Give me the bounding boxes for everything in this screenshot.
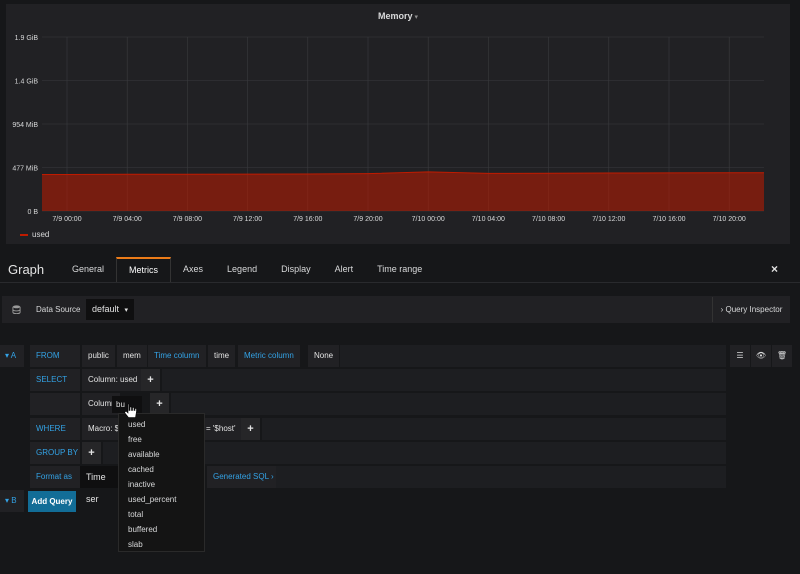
datasource-row: Data Source default ▾ › Query Inspector bbox=[2, 296, 790, 323]
query-a-letter: A bbox=[10, 351, 17, 360]
tab-display[interactable]: Display bbox=[269, 257, 323, 282]
tab-time-range[interactable]: Time range bbox=[365, 257, 434, 282]
menu-icon[interactable]: ☰ bbox=[730, 345, 750, 367]
add-groupby-button[interactable]: + bbox=[82, 442, 101, 464]
panel-title-text[interactable]: Memory bbox=[378, 11, 413, 21]
header-divider bbox=[0, 282, 800, 283]
x-tick-label: 7/10 12:00 bbox=[592, 216, 625, 223]
groupby-keyword: GROUP BY bbox=[30, 442, 80, 464]
row-filler bbox=[262, 418, 726, 440]
from-schema[interactable]: public bbox=[82, 345, 115, 367]
dropdown-item[interactable]: cached bbox=[119, 462, 204, 477]
add-query-button[interactable]: Add Query bbox=[28, 491, 76, 512]
column-autocomplete-dropdown: used free available cached inactive used… bbox=[118, 413, 205, 552]
chevron-down-icon[interactable]: ▾ bbox=[415, 14, 419, 21]
where-keyword: WHERE bbox=[30, 418, 80, 440]
datasource-select[interactable]: default ▾ bbox=[86, 299, 135, 320]
close-icon[interactable]: × bbox=[771, 262, 778, 276]
graph-panel: 1.9 GiB 1.4 GiB 954 MiB 477 MiB 0 B 7/9 00:0… bbox=[6, 4, 790, 244]
x-tick-label: 7/9 00:00 bbox=[52, 216, 81, 223]
select-keyword: SELECT bbox=[30, 369, 80, 391]
y-tick-label: 477 MiB bbox=[12, 166, 38, 173]
query-inspector-label: Query Inspector bbox=[725, 305, 783, 314]
chevron-right-icon: › bbox=[720, 305, 724, 314]
metric-column-label: Metric column bbox=[238, 345, 300, 367]
tab-general[interactable]: General bbox=[60, 257, 116, 282]
trash-icon[interactable]: 🗑 bbox=[772, 345, 792, 367]
tab-legend[interactable]: Legend bbox=[215, 257, 269, 282]
editor-title: Graph bbox=[8, 262, 45, 277]
x-tick-label: 7/9 12:00 bbox=[233, 216, 262, 223]
x-tick-label: 7/10 08:00 bbox=[532, 216, 565, 223]
time-column-value[interactable]: time bbox=[208, 345, 236, 367]
dropdown-item[interactable]: used_percent bbox=[119, 492, 204, 507]
x-tick-label: 7/9 08:00 bbox=[173, 216, 202, 223]
metric-column-value[interactable]: None bbox=[308, 345, 340, 367]
tab-axes[interactable]: Axes bbox=[171, 257, 215, 282]
y-axis-ticks: 1.9 GiB 1.4 GiB 954 MiB 477 MiB 0 B bbox=[12, 35, 38, 216]
x-axis-ticks: 7/9 00:00 7/9 04:00 7/9 08:00 7/9 12:00 7/9 … bbox=[52, 216, 745, 223]
x-tick-label: 7/10 16:00 bbox=[652, 216, 685, 223]
x-tick-label: 7/9 16:00 bbox=[293, 216, 322, 223]
select-keyword-empty bbox=[30, 393, 80, 415]
dropdown-item[interactable]: total bbox=[119, 507, 204, 522]
row-filler bbox=[340, 345, 726, 367]
tab-metrics[interactable]: Metrics bbox=[116, 257, 172, 282]
dropdown-item[interactable]: available bbox=[119, 447, 204, 462]
format-as-keyword: Format as bbox=[30, 466, 80, 488]
time-column-label: Time column bbox=[148, 345, 206, 367]
from-keyword: FROM bbox=[30, 345, 80, 367]
panel-editor-header: Graph General Metrics Axes Legend Displa… bbox=[0, 257, 800, 283]
row-filler bbox=[162, 369, 726, 391]
add-where-button[interactable]: + bbox=[241, 418, 260, 440]
dropdown-item[interactable]: slab bbox=[119, 537, 204, 551]
eye-icon[interactable]: 👁 bbox=[751, 345, 771, 367]
generated-sql-toggle[interactable]: Generated SQL › bbox=[207, 466, 280, 488]
y-tick-label: 1.4 GiB bbox=[15, 79, 39, 86]
dropdown-item[interactable]: inactive bbox=[119, 477, 204, 492]
chart-series-layer bbox=[42, 171, 764, 211]
generated-sql-label: Generated SQL bbox=[213, 472, 269, 481]
tab-alert[interactable]: Alert bbox=[323, 257, 366, 282]
query-a-toggle[interactable]: ▾ A bbox=[0, 345, 24, 367]
datasource-label: Data Source bbox=[36, 305, 81, 314]
add-select-button[interactable]: + bbox=[141, 369, 160, 391]
datasource-value: default bbox=[92, 304, 120, 314]
row-filler bbox=[276, 466, 726, 488]
add-select-button-2[interactable]: + bbox=[150, 393, 169, 415]
row-filler bbox=[171, 393, 726, 415]
y-tick-label: 1.9 GiB bbox=[15, 35, 39, 42]
query-inspector-button[interactable]: › Query Inspector bbox=[712, 297, 790, 322]
dropdown-item[interactable]: free bbox=[119, 432, 204, 447]
x-tick-label: 7/9 20:00 bbox=[353, 216, 382, 223]
x-tick-label: 7/10 00:00 bbox=[412, 216, 445, 223]
chevron-down-icon: ▾ bbox=[124, 307, 129, 314]
chevron-right-icon: › bbox=[268, 472, 274, 481]
panel-title[interactable]: Memory ▾ bbox=[6, 11, 790, 21]
y-tick-label: 0 B bbox=[27, 209, 38, 216]
where-condition[interactable]: = '$host' bbox=[200, 418, 242, 440]
x-tick-label: 7/10 04:00 bbox=[472, 216, 505, 223]
editor-tabs: General Metrics Axes Legend Display Aler… bbox=[60, 257, 434, 283]
query-b-toggle[interactable]: ▾ B bbox=[0, 490, 24, 512]
dropdown-item[interactable]: buffered bbox=[119, 522, 204, 537]
from-table[interactable]: mem bbox=[117, 345, 147, 367]
query-b-letter: B bbox=[11, 496, 17, 505]
series-used-area bbox=[42, 171, 764, 211]
hand-cursor-icon bbox=[124, 403, 137, 418]
x-tick-label: 7/10 20:00 bbox=[713, 216, 746, 223]
legend-swatch[interactable] bbox=[20, 233, 28, 236]
x-tick-label: 7/9 04:00 bbox=[113, 216, 142, 223]
select-column-used[interactable]: Column: used bbox=[82, 369, 144, 391]
y-tick-label: 954 MiB bbox=[12, 122, 38, 129]
memory-chart: 1.9 GiB 1.4 GiB 954 MiB 477 MiB 0 B 7/9 00:0… bbox=[12, 35, 764, 223]
database-icon bbox=[12, 305, 21, 314]
legend-label[interactable]: used bbox=[32, 230, 49, 239]
legend-item-used[interactable]: used bbox=[20, 230, 49, 239]
